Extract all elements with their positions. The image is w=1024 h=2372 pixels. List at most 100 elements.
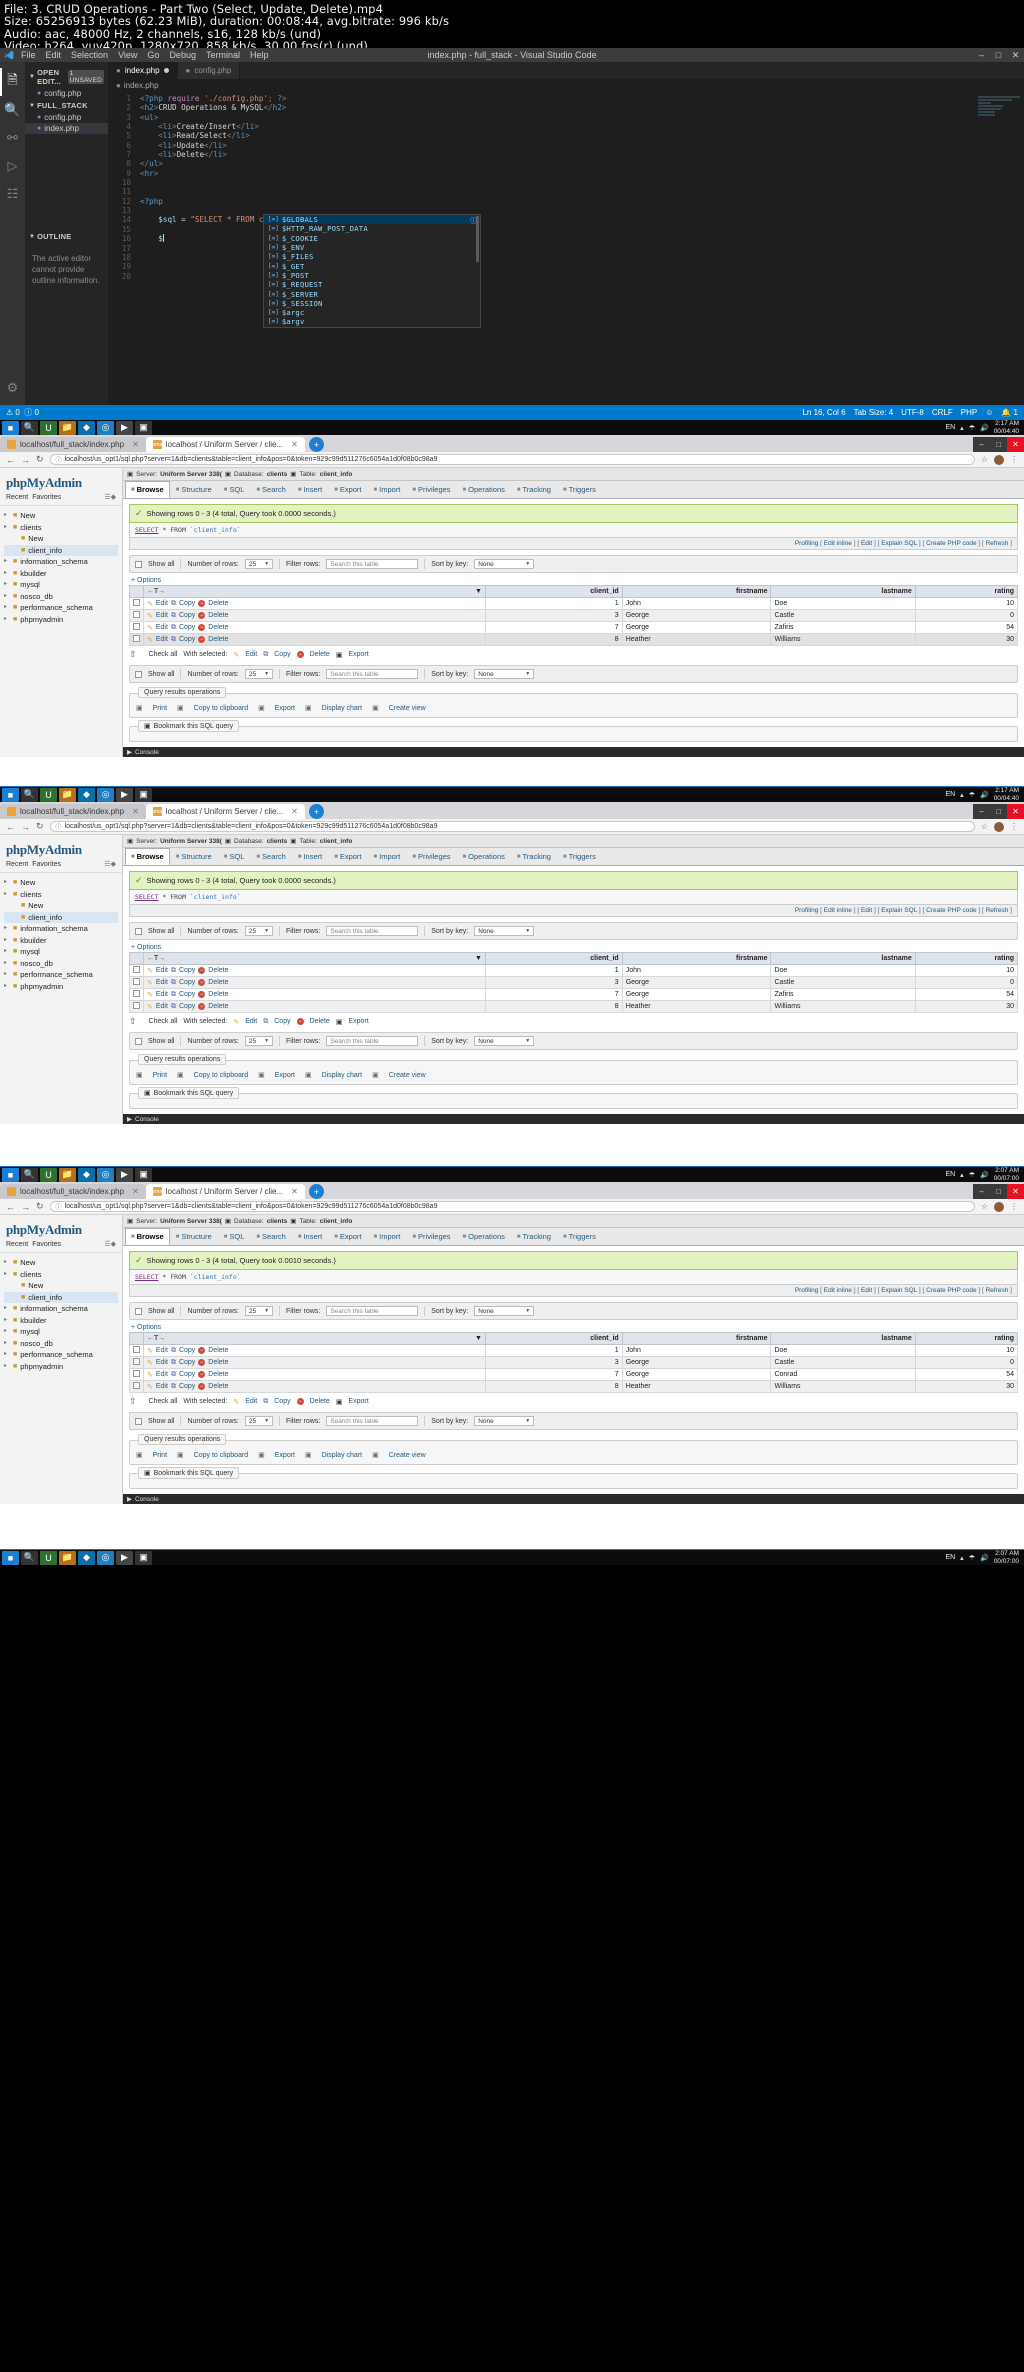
tree-toggle-icon[interactable]: ▸ bbox=[4, 1361, 10, 1373]
pma-tab-tracking[interactable]: ■ Tracking bbox=[511, 481, 557, 498]
row-checkbox[interactable] bbox=[133, 611, 140, 618]
edit-icon[interactable]: ✎ bbox=[147, 624, 153, 632]
edit-link[interactable]: Edit bbox=[156, 1371, 168, 1378]
column-header-lastname[interactable]: lastname bbox=[770, 952, 916, 965]
edit-icon[interactable]: ✎ bbox=[147, 1359, 153, 1367]
pma-tab-tracking[interactable]: ■ Tracking bbox=[511, 1228, 557, 1245]
status-eol[interactable]: CRLF bbox=[932, 408, 953, 417]
maximize-button[interactable]: □ bbox=[990, 1184, 1007, 1199]
recent-label[interactable]: Recent bbox=[6, 861, 28, 868]
taskbar-clock[interactable]: 2:17 AM 00/04:40 bbox=[994, 420, 1019, 435]
extensions-icon[interactable]: ☷ bbox=[0, 180, 25, 208]
filter-rows-input[interactable]: Search this table bbox=[326, 669, 419, 679]
row-checkbox-cell[interactable] bbox=[129, 609, 144, 622]
delete-icon[interactable]: − bbox=[198, 1347, 206, 1354]
pma-logo[interactable]: phpMyAdmin bbox=[0, 838, 122, 860]
close-tab-icon[interactable]: ✕ bbox=[291, 1187, 298, 1196]
tree-toggle-icon[interactable]: ▸ bbox=[4, 1269, 10, 1281]
qres-copy-to-clipboard[interactable]: Copy to clipboard bbox=[194, 705, 248, 712]
copy-link[interactable]: Copy bbox=[179, 967, 195, 974]
pma-tab-insert[interactable]: ■ Insert bbox=[292, 481, 328, 498]
bookmark-star-icon[interactable]: ☆ bbox=[981, 1202, 988, 1211]
delete-icon[interactable]: − bbox=[198, 1371, 206, 1378]
edit-icon[interactable]: ✎ bbox=[147, 1383, 153, 1391]
network-icon[interactable]: ☂ bbox=[969, 424, 975, 432]
qres-create-view[interactable]: Create view bbox=[389, 705, 426, 712]
delete-link[interactable]: Delete bbox=[208, 967, 228, 974]
tree-node-performance-schema[interactable]: ▸ ■ performance_schema bbox=[4, 602, 118, 614]
delete-icon[interactable]: − bbox=[198, 624, 206, 631]
delete-link[interactable]: Delete bbox=[208, 1383, 228, 1390]
close-tab-icon[interactable]: ✕ bbox=[132, 440, 139, 449]
column-header-lastname[interactable]: lastname bbox=[770, 1332, 916, 1345]
sidebar-toggle-icon[interactable]: ☰◆ bbox=[104, 860, 116, 868]
delete-icon[interactable]: − bbox=[198, 636, 206, 643]
bookmark-legend[interactable]: ▣ Bookmark this SQL query bbox=[138, 720, 240, 732]
pma-tab-import[interactable]: ■ Import bbox=[368, 1228, 407, 1245]
copy-link[interactable]: Copy bbox=[179, 624, 195, 631]
status-language[interactable]: PHP bbox=[961, 408, 977, 417]
footer-copy-link[interactable]: Copy bbox=[274, 1398, 290, 1405]
tree-node-clients[interactable]: ▸ ■ clients bbox=[4, 1269, 118, 1281]
column-header-firstname[interactable]: firstname bbox=[621, 585, 772, 598]
sql-query-display[interactable]: SELECT * FROM `client_info` bbox=[129, 1270, 1018, 1285]
menu-view[interactable]: View bbox=[113, 50, 142, 60]
show-all-checkbox[interactable] bbox=[135, 670, 142, 678]
tray-chevron-icon[interactable]: ▴ bbox=[960, 1554, 964, 1562]
copy-icon[interactable]: ⧉ bbox=[171, 600, 176, 608]
tree-toggle-icon[interactable]: ▸ bbox=[4, 591, 10, 603]
bookmark-legend[interactable]: ▣ Bookmark this SQL query bbox=[138, 1467, 240, 1479]
number-of-rows-select[interactable]: 25 ▼ bbox=[244, 669, 274, 679]
breadcrumb-db[interactable]: clients bbox=[267, 471, 288, 478]
edit-icon[interactable]: ✎ bbox=[147, 991, 153, 999]
edit-link[interactable]: Edit bbox=[156, 979, 168, 986]
qres-export[interactable]: Export bbox=[275, 705, 295, 712]
tree-toggle-icon[interactable]: ▸ bbox=[4, 1326, 10, 1338]
pma-tab-import[interactable]: ■ Import bbox=[368, 848, 407, 865]
qres-print[interactable]: Print bbox=[153, 1452, 167, 1459]
options-toggle[interactable]: + Options bbox=[131, 944, 1018, 951]
explain-sql-link[interactable]: Explain SQL bbox=[881, 540, 917, 547]
column-header-rating[interactable]: rating bbox=[914, 585, 1019, 598]
tree-node-performance-schema[interactable]: ▸ ■ performance_schema bbox=[4, 1349, 118, 1361]
reload-icon[interactable]: ↻ bbox=[36, 1201, 44, 1212]
qres-create-view[interactable]: Create view bbox=[389, 1072, 426, 1079]
delete-link[interactable]: Delete bbox=[208, 636, 228, 643]
menu-selection[interactable]: Selection bbox=[66, 50, 113, 60]
sidebar-toggle-icon[interactable]: ☰◆ bbox=[104, 493, 116, 501]
edit-link[interactable]: Edit bbox=[156, 612, 168, 619]
minimize-button[interactable]: – bbox=[973, 1184, 990, 1199]
start-icon[interactable]: ■ bbox=[2, 1167, 19, 1182]
browser-tab[interactable]: pma localhost / Uniform Server / clie... ✕ bbox=[145, 1184, 305, 1199]
tree-node-kbuilder[interactable]: ▸ ■ kbuilder bbox=[4, 935, 118, 947]
sort-by-key-select[interactable]: None ▼ bbox=[474, 926, 535, 936]
browser-tab[interactable]: localhost/full_stack/index.php ✕ bbox=[0, 1184, 146, 1199]
pma-tab-privileges[interactable]: ■ Privileges bbox=[406, 1228, 456, 1245]
qres-create-view[interactable]: Create view bbox=[389, 1452, 426, 1459]
tree-toggle-icon[interactable]: ▸ bbox=[4, 1338, 10, 1350]
tree-toggle-icon[interactable]: ▸ bbox=[4, 1257, 10, 1269]
network-icon[interactable]: ☂ bbox=[969, 1554, 975, 1562]
delete-icon[interactable]: − bbox=[198, 1359, 206, 1366]
autocomplete-item[interactable]: [∞] $_REQUEST bbox=[264, 280, 480, 289]
copy-icon[interactable]: ⧉ bbox=[171, 624, 176, 632]
column-header-lastname[interactable]: lastname bbox=[770, 585, 916, 598]
avatar[interactable] bbox=[994, 454, 1004, 465]
footer-edit-link[interactable]: Edit bbox=[245, 1398, 257, 1405]
breadcrumb-db[interactable]: clients bbox=[267, 1218, 288, 1225]
autocomplete-list[interactable]: [∞] $GLOBALS [∞] $HTTP_RAW_POST_DATA [∞] $_CO… bbox=[264, 215, 480, 327]
status-bell-icon[interactable]: 🔔 1 bbox=[1001, 408, 1018, 417]
code-editor[interactable]: 1 <?php require './config.php'; ?> 2 <h2>CR… bbox=[108, 92, 1024, 281]
delete-link[interactable]: Delete bbox=[208, 1371, 228, 1378]
table-row[interactable]: ✎ Edit ⧉ Copy − Delete 1 John Doe 10 bbox=[129, 964, 1019, 977]
tree-node-phpmyadmin[interactable]: ▸ ■ phpmyadmin bbox=[4, 981, 118, 993]
browser-menu-icon[interactable]: ⋮ bbox=[1010, 455, 1018, 464]
row-checkbox-cell[interactable] bbox=[129, 976, 144, 989]
table-row[interactable]: ✎ Edit ⧉ Copy − Delete 3 George Castle 0 bbox=[129, 976, 1019, 989]
footer-delete-link[interactable]: Delete bbox=[310, 1398, 330, 1405]
edit-inline-link[interactable]: Edit inline bbox=[824, 540, 852, 547]
settings-gear-icon[interactable]: ⚙ bbox=[0, 377, 25, 405]
filter-rows-input[interactable]: Search this table bbox=[326, 926, 419, 936]
footer-export-link[interactable]: Export bbox=[348, 1018, 368, 1025]
footer-copy-link[interactable]: Copy bbox=[274, 651, 290, 658]
